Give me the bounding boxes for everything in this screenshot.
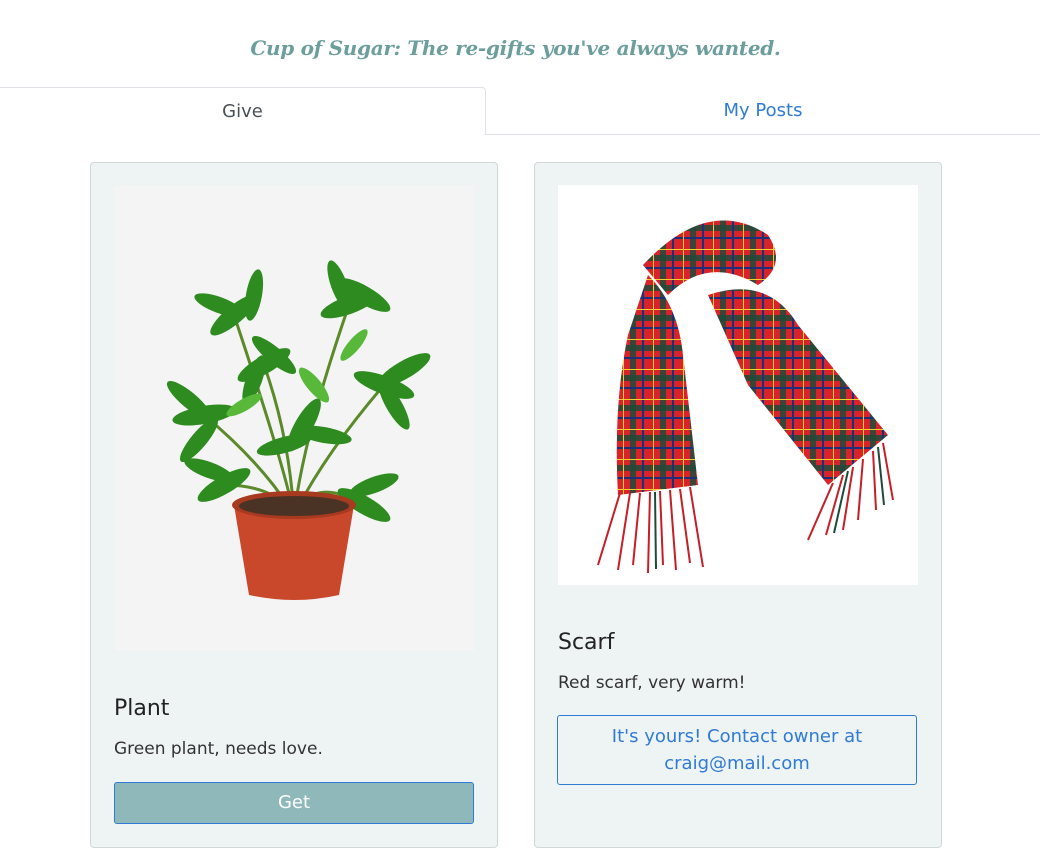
post-title: Scarf (558, 630, 615, 655)
tab-divider (485, 134, 1040, 135)
tab-give[interactable]: Give (0, 87, 486, 135)
owner-email: craig@mail.com (664, 753, 810, 774)
app-tagline: Cup of Sugar: The re-gifts you've always… (250, 36, 781, 60)
tab-bar: Give My Posts (0, 87, 1040, 135)
post-card-scarf: Scarf Red scarf, very warm! It's yours! … (534, 162, 942, 848)
scarf-image (558, 185, 918, 585)
post-description: Green plant, needs love. (114, 739, 323, 759)
contact-owner-button[interactable]: It's yours! Contact owner at craig@mail.… (557, 715, 917, 785)
post-card-plant: Plant Green plant, needs love. Get (90, 162, 498, 848)
post-title: Plant (114, 696, 170, 721)
get-button[interactable]: Get (114, 782, 474, 824)
post-description: Red scarf, very warm! (558, 673, 746, 693)
contact-owner-label: It's yours! Contact owner at (611, 726, 863, 747)
plant-image (114, 185, 474, 651)
tab-my-posts[interactable]: My Posts (486, 87, 1040, 134)
